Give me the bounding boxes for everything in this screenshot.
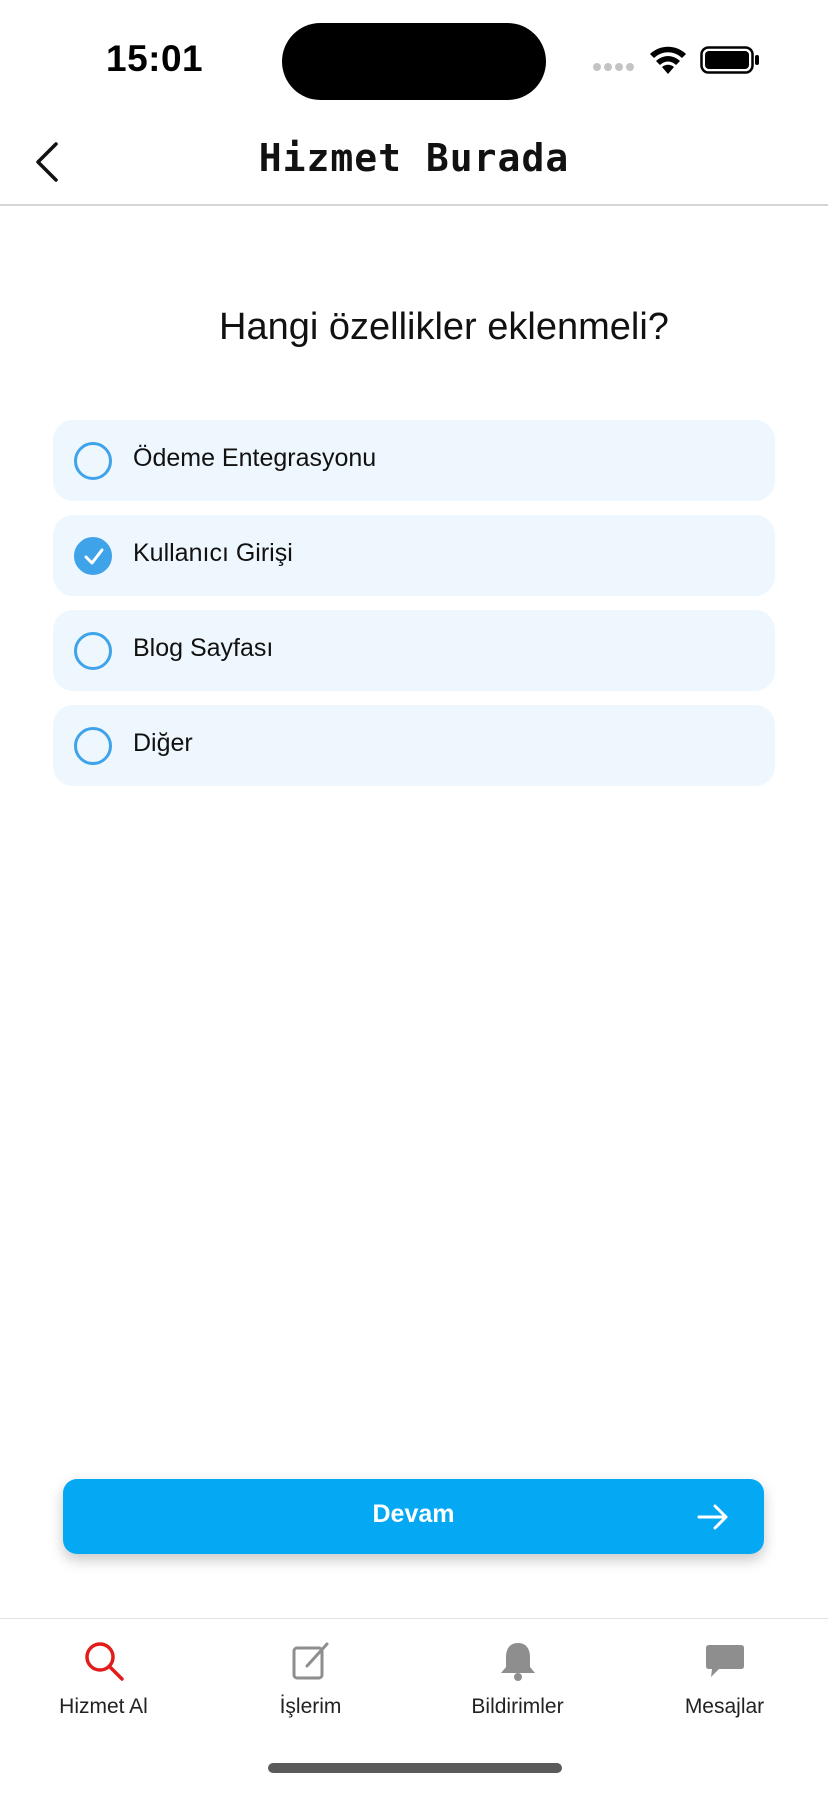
continue-button-label: Devam — [372, 1500, 455, 1528]
checkmark-icon[interactable] — [74, 537, 112, 575]
app-title: Hizmet Burada — [258, 136, 570, 180]
continue-button[interactable]: Devam — [63, 1479, 764, 1554]
tab-label: Bildirimler — [471, 1695, 564, 1718]
option-diger[interactable]: Diğer — [53, 705, 775, 786]
option-blog-sayfasi[interactable]: Blog Sayfası — [53, 610, 775, 691]
option-label: Blog Sayfası — [133, 634, 274, 662]
option-label: Diğer — [133, 729, 193, 757]
cellular-signal-icon — [593, 63, 634, 71]
status-time: 15:01 — [106, 38, 204, 79]
edit-icon — [292, 1642, 328, 1680]
question-title: Hangi özellikler eklenmeli? — [219, 306, 669, 348]
option-kullanici-girisi[interactable]: Kullanıcı Girişi — [53, 515, 775, 596]
radio-unchecked-icon[interactable] — [74, 632, 112, 670]
radio-unchecked-icon[interactable] — [74, 442, 112, 480]
tab-label: Mesajlar — [684, 1695, 765, 1718]
tab-islerim[interactable]: İşlerim — [207, 1619, 414, 1749]
options-list: Ödeme Entegrasyonu Kullanıcı Girişi Blog… — [53, 420, 775, 800]
battery-icon — [700, 46, 759, 74]
navigation-bar: Hizmet Burada — [0, 120, 828, 206]
option-label: Ödeme Entegrasyonu — [133, 444, 377, 472]
bell-icon — [500, 1643, 535, 1681]
wifi-icon — [650, 46, 686, 74]
option-odeme-entegrasyonu[interactable]: Ödeme Entegrasyonu — [53, 420, 775, 501]
tab-bildirimler[interactable]: Bildirimler — [414, 1619, 621, 1749]
option-label: Kullanıcı Girişi — [133, 539, 293, 567]
dynamic-island — [282, 23, 546, 100]
chat-icon — [705, 1645, 744, 1677]
tab-hizmet-al[interactable]: Hizmet Al — [0, 1619, 207, 1749]
radio-unchecked-icon[interactable] — [74, 727, 112, 765]
search-icon — [84, 1642, 124, 1681]
tab-label: Hizmet Al — [59, 1695, 148, 1718]
tab-mesajlar[interactable]: Mesajlar — [621, 1619, 828, 1749]
arrow-right-icon — [697, 1504, 728, 1530]
tab-label: İşlerim — [279, 1695, 342, 1718]
status-bar: 15:01 — [0, 0, 828, 120]
home-indicator — [268, 1763, 562, 1773]
